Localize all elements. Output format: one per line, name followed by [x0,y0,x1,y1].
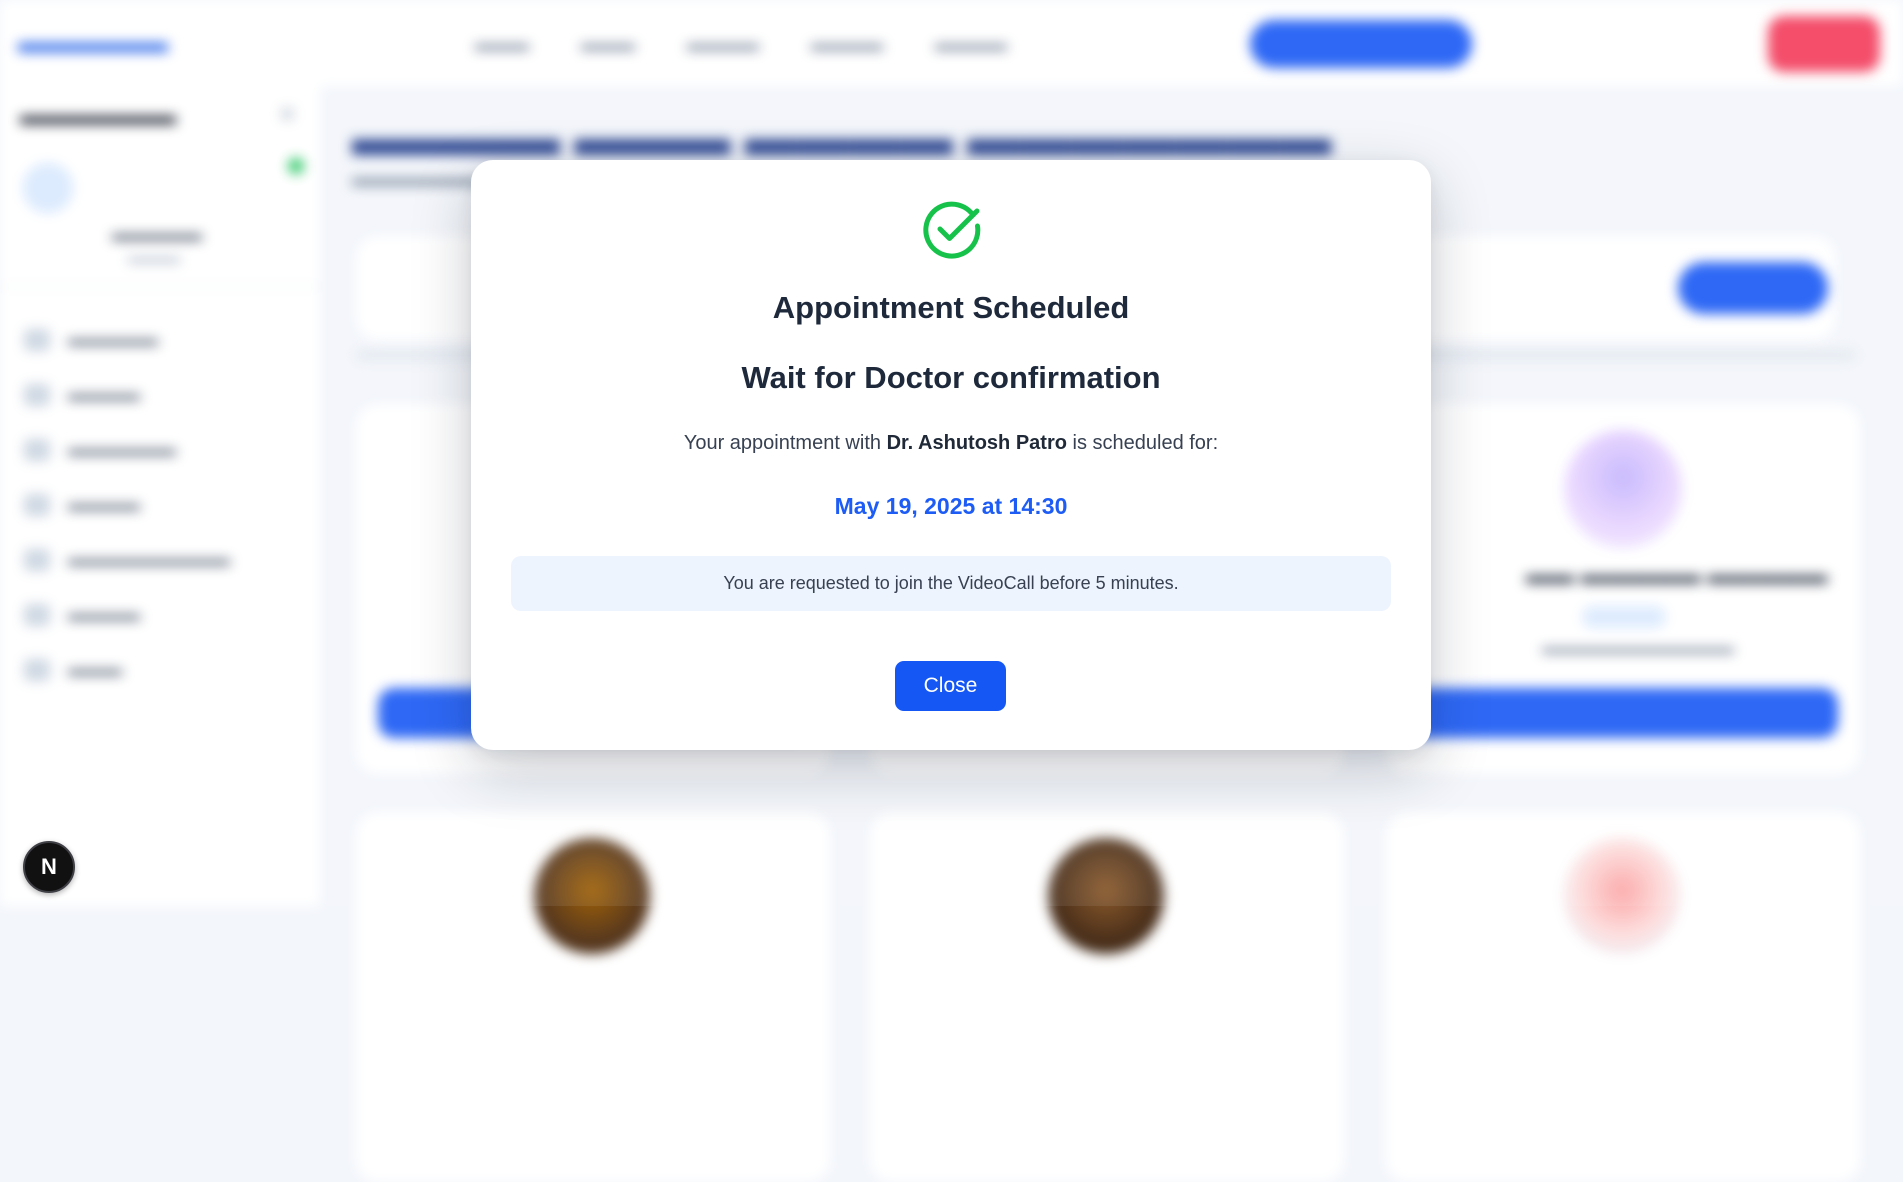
appointment-message: Your appointment with Dr. Ashutosh Patro… [471,432,1431,455]
message-prefix: Your appointment with [683,432,881,454]
dev-tools-badge[interactable]: N [23,841,75,893]
message-suffix: is scheduled for: [1072,432,1219,454]
doctor-name: Dr. Ashutosh Patro [886,432,1067,454]
notice-text: You are requested to join the VideoCall … [723,573,1179,593]
appointment-confirmation-modal: Appointment Scheduled Wait for Doctor co… [471,160,1431,750]
modal-subtitle: Wait for Doctor confirmation [741,360,1161,395]
close-button[interactable]: Close [895,661,1006,711]
videocall-notice: You are requested to join the VideoCall … [511,556,1391,611]
check-circle-icon [921,199,983,261]
appointment-datetime: May 19, 2025 at 14:30 [834,493,1068,519]
modal-title: Appointment Scheduled [772,290,1130,325]
